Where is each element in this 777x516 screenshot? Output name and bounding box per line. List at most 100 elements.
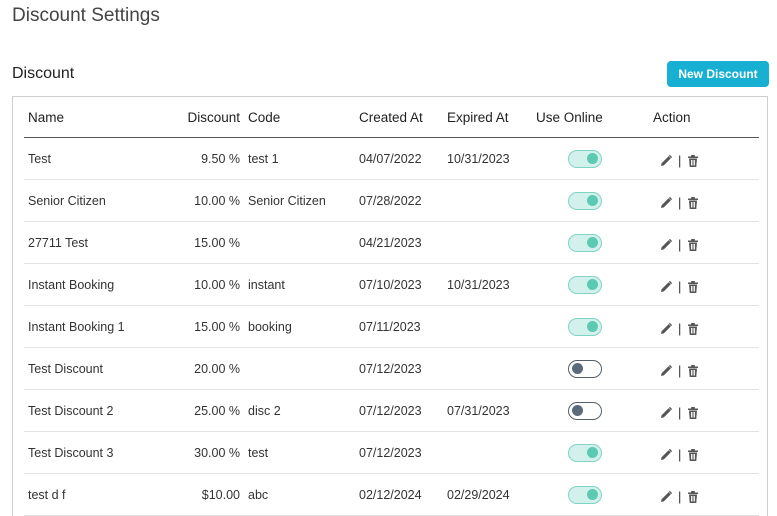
use-online-toggle[interactable]: [568, 318, 602, 336]
cell-code: test 1: [244, 137, 355, 180]
discount-table-panel: Name Discount Code Created At Expired At…: [12, 96, 768, 516]
cell-action: |: [649, 221, 759, 264]
cell-use-online: [532, 137, 649, 180]
new-discount-button[interactable]: New Discount: [667, 61, 769, 87]
use-online-toggle[interactable]: [568, 402, 602, 420]
toggle-knob: [587, 237, 598, 248]
use-online-toggle[interactable]: [568, 360, 602, 378]
table-row: 27711 Test 15.00 % 04/21/2023 |: [24, 221, 759, 264]
cell-use-online: [532, 179, 649, 222]
table-row: Test Discount 20.00 % 07/12/2023 |: [24, 347, 759, 390]
cell-code: Senior Citizen: [244, 179, 355, 222]
cell-name: Test: [24, 137, 166, 180]
cell-action: |: [649, 305, 759, 348]
pencil-icon[interactable]: [659, 364, 673, 378]
trash-icon[interactable]: [686, 322, 700, 336]
trash-icon[interactable]: [686, 154, 700, 168]
cell-action: |: [649, 389, 759, 432]
header-use-online[interactable]: Use Online: [532, 97, 649, 138]
action-separator: |: [678, 363, 682, 378]
cell-created-at: 04/07/2022: [355, 137, 443, 180]
table-row: Test 9.50 % test 1 04/07/2022 10/31/2023 |: [24, 137, 759, 180]
table-row: test d f $10.00 abc 02/12/2024 02/29/2024 |: [24, 473, 759, 516]
cell-code: booking: [244, 305, 355, 348]
cell-use-online: [532, 473, 649, 516]
toggle-knob: [587, 195, 598, 206]
cell-name: Test Discount 2: [24, 389, 166, 432]
action-separator: |: [678, 195, 682, 210]
table-row: Senior Citizen 10.00 % Senior Citizen 07/28…: [24, 179, 759, 222]
trash-icon[interactable]: [686, 364, 700, 378]
trash-icon[interactable]: [686, 490, 700, 504]
pencil-icon[interactable]: [659, 238, 673, 252]
cell-expired-at: [443, 305, 532, 348]
toggle-knob: [587, 447, 598, 458]
cell-code: [244, 221, 355, 264]
table-row: Instant Booking 1 15.00 % booking 07/11/202…: [24, 305, 759, 348]
page-title: Discount Settings: [12, 5, 160, 26]
cell-name: Test Discount 3: [24, 431, 166, 474]
toggle-knob: [572, 405, 583, 416]
table-row: Test Discount 2 25.00 % disc 2 07/12/2023 07…: [24, 389, 759, 432]
toggle-knob: [587, 153, 598, 164]
cell-created-at: 07/10/2023: [355, 263, 443, 306]
action-separator: |: [678, 279, 682, 294]
cell-discount: 30.00 %: [166, 431, 244, 474]
pencil-icon[interactable]: [659, 280, 673, 294]
cell-created-at: 04/21/2023: [355, 221, 443, 264]
action-separator: |: [678, 321, 682, 336]
header-discount[interactable]: Discount: [166, 97, 244, 138]
discount-table: Name Discount Code Created At Expired At…: [24, 97, 759, 516]
cell-name: Senior Citizen: [24, 179, 166, 222]
cell-expired-at: 02/29/2024: [443, 473, 532, 516]
trash-icon[interactable]: [686, 406, 700, 420]
cell-code: [244, 347, 355, 390]
pencil-icon[interactable]: [659, 448, 673, 462]
use-online-toggle[interactable]: [568, 234, 602, 252]
toggle-knob: [572, 363, 583, 374]
cell-discount: $10.00: [166, 473, 244, 516]
use-online-toggle[interactable]: [568, 192, 602, 210]
table-body: Test 9.50 % test 1 04/07/2022 10/31/2023 | Sen…: [24, 137, 759, 516]
use-online-toggle[interactable]: [568, 486, 602, 504]
cell-created-at: 07/28/2022: [355, 179, 443, 222]
trash-icon[interactable]: [686, 448, 700, 462]
header-name[interactable]: Name: [24, 97, 166, 138]
header-created-at[interactable]: Created At: [355, 97, 443, 138]
cell-use-online: [532, 221, 649, 264]
header-expired-at[interactable]: Expired At: [443, 97, 532, 138]
pencil-icon[interactable]: [659, 406, 673, 420]
cell-expired-at: 10/31/2023: [443, 263, 532, 306]
trash-icon[interactable]: [686, 196, 700, 210]
cell-name: 27711 Test: [24, 221, 166, 264]
toggle-knob: [587, 321, 598, 332]
cell-action: |: [649, 473, 759, 516]
pencil-icon[interactable]: [659, 322, 673, 336]
cell-use-online: [532, 431, 649, 474]
pencil-icon[interactable]: [659, 154, 673, 168]
table-header-row: Name Discount Code Created At Expired At…: [24, 97, 759, 138]
cell-discount: 20.00 %: [166, 347, 244, 390]
cell-action: |: [649, 347, 759, 390]
pencil-icon[interactable]: [659, 196, 673, 210]
use-online-toggle[interactable]: [568, 276, 602, 294]
header-code[interactable]: Code: [244, 97, 355, 138]
cell-created-at: 07/11/2023: [355, 305, 443, 348]
cell-action: |: [649, 431, 759, 474]
cell-use-online: [532, 347, 649, 390]
cell-expired-at: [443, 221, 532, 264]
trash-icon[interactable]: [686, 280, 700, 294]
cell-discount: 15.00 %: [166, 305, 244, 348]
trash-icon[interactable]: [686, 238, 700, 252]
pencil-icon[interactable]: [659, 490, 673, 504]
cell-expired-at: 10/31/2023: [443, 137, 532, 180]
use-online-toggle[interactable]: [568, 150, 602, 168]
cell-discount: 10.00 %: [166, 179, 244, 222]
cell-created-at: 07/12/2023: [355, 347, 443, 390]
cell-name: Instant Booking 1: [24, 305, 166, 348]
table-row: Test Discount 3 30.00 % test 07/12/2023 |: [24, 431, 759, 474]
cell-use-online: [532, 305, 649, 348]
cell-discount: 25.00 %: [166, 389, 244, 432]
use-online-toggle[interactable]: [568, 444, 602, 462]
cell-code: test: [244, 431, 355, 474]
